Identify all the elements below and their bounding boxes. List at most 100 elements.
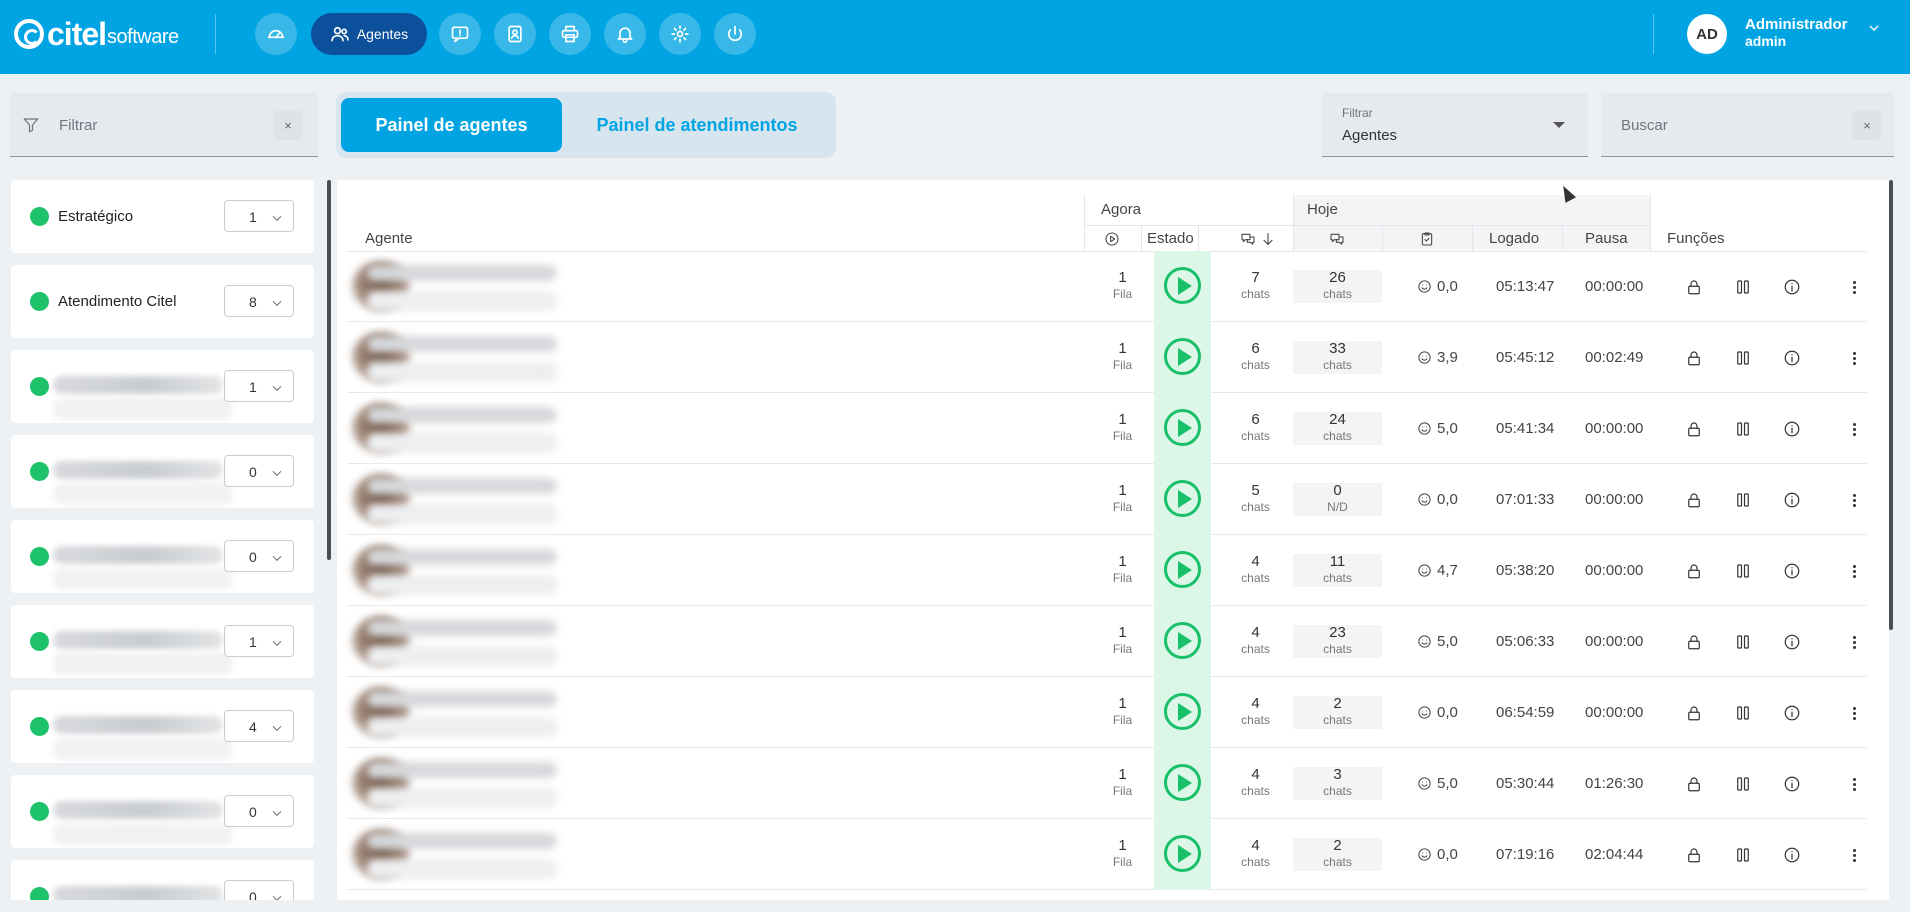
lock-agent-button[interactable] <box>1682 417 1706 441</box>
agent-info-button[interactable] <box>1780 772 1804 796</box>
lock-agent-button[interactable] <box>1682 275 1706 299</box>
citel-logo[interactable]: citel software <box>14 14 179 54</box>
group-count-select[interactable]: 0 <box>224 540 294 572</box>
group-count-select[interactable]: 0 <box>224 795 294 827</box>
lock-agent-button[interactable] <box>1682 701 1706 725</box>
agent-info-button[interactable] <box>1780 559 1804 583</box>
user-avatar[interactable]: AD <box>1687 14 1727 54</box>
group-count-select[interactable]: 1 <box>224 625 294 657</box>
table-row[interactable]: 1 Fila 5 chats 0 N/D 0,0 07:01:33 00:00:00 <box>347 464 1867 535</box>
group-filter-field[interactable]: Filtrar × <box>10 93 318 157</box>
nav-dashboard-button[interactable] <box>255 13 297 55</box>
play-status-icon[interactable] <box>1164 267 1201 304</box>
tab-painel-atendimentos[interactable]: Painel de atendimentos <box>562 98 832 152</box>
group-card[interactable]: 1 <box>11 350 314 423</box>
pause-agent-button[interactable] <box>1731 630 1755 654</box>
table-row[interactable]: 1 Fila 6 chats 33 chats 3,9 05:45:12 00:02:49 <box>347 322 1867 393</box>
nav-agentes-button[interactable]: Agentes <box>311 13 427 55</box>
table-row[interactable]: 1 Fila 7 chats 26 chats 0,0 05:13:47 00:00:00 <box>347 251 1867 322</box>
pause-agent-button[interactable] <box>1731 772 1755 796</box>
header-agente[interactable]: Agente <box>365 230 413 247</box>
play-status-icon[interactable] <box>1164 480 1201 517</box>
pause-agent-button[interactable] <box>1731 701 1755 725</box>
more-options-button[interactable] <box>1842 275 1866 299</box>
header-estado[interactable]: Estado <box>1147 230 1194 247</box>
group-card[interactable]: 1 <box>11 605 314 678</box>
more-options-button[interactable] <box>1842 701 1866 725</box>
group-card[interactable]: Atendimento Citel 8 <box>11 265 314 338</box>
group-count-select[interactable]: 1 <box>224 370 294 402</box>
more-options-button[interactable] <box>1842 346 1866 370</box>
pause-agent-button[interactable] <box>1731 843 1755 867</box>
table-row[interactable]: 1 Fila 6 chats 24 chats 5,0 05:41:34 00:00:00 <box>347 393 1867 464</box>
lock-agent-button[interactable] <box>1682 488 1706 512</box>
nav-notifications-button[interactable] <box>604 13 646 55</box>
group-list-scrollbar[interactable] <box>327 180 331 560</box>
lock-agent-button[interactable] <box>1682 843 1706 867</box>
header-pausa[interactable]: Pausa <box>1585 230 1628 247</box>
header-evaluation[interactable] <box>1419 231 1435 251</box>
type-filter-select[interactable]: Filtrar Agentes <box>1322 93 1588 157</box>
pause-agent-button[interactable] <box>1731 417 1755 441</box>
header-fila-col[interactable] <box>1104 231 1120 251</box>
header-chats-today[interactable] <box>1329 231 1345 251</box>
pause-agent-button[interactable] <box>1731 346 1755 370</box>
lock-agent-button[interactable] <box>1682 346 1706 370</box>
group-filter-clear-button[interactable]: × <box>273 110 303 140</box>
more-options-button[interactable] <box>1842 630 1866 654</box>
play-status-icon[interactable] <box>1164 338 1201 375</box>
play-status-icon[interactable] <box>1164 409 1201 446</box>
user-menu-toggle[interactable] <box>1866 20 1882 41</box>
user-info[interactable]: Administrador admin <box>1745 16 1848 50</box>
play-status-icon[interactable] <box>1164 693 1201 730</box>
search-clear-button[interactable]: × <box>1852 110 1882 140</box>
play-status-icon[interactable] <box>1164 551 1201 588</box>
pause-agent-button[interactable] <box>1731 275 1755 299</box>
group-card[interactable]: 0 <box>11 435 314 508</box>
group-list[interactable]: Estratégico 1 Atendimento Citel 8 1 0 0 1 4 0 0 <box>0 180 330 900</box>
group-count-select[interactable]: 1 <box>224 200 294 232</box>
group-card[interactable]: 0 <box>11 860 314 900</box>
nav-contacts-button[interactable] <box>494 13 536 55</box>
agents-table-scrollbar[interactable] <box>1889 180 1893 630</box>
more-options-button[interactable] <box>1842 559 1866 583</box>
table-row[interactable]: 1 Fila 4 chats 3 chats 5,0 05:30:44 01:26:30 <box>347 748 1867 819</box>
more-options-button[interactable] <box>1842 843 1866 867</box>
group-card[interactable]: Estratégico 1 <box>11 180 314 253</box>
group-card[interactable]: 0 <box>11 775 314 848</box>
agent-info-button[interactable] <box>1780 488 1804 512</box>
group-count-select[interactable]: 0 <box>224 455 294 487</box>
nav-settings-button[interactable] <box>659 13 701 55</box>
more-options-button[interactable] <box>1842 488 1866 512</box>
nav-chat-alert-button[interactable] <box>439 13 481 55</box>
agent-info-button[interactable] <box>1780 275 1804 299</box>
lock-agent-button[interactable] <box>1682 559 1706 583</box>
table-row[interactable]: 1 Fila 4 chats 2 chats 0,0 07:19:16 02:04:44 <box>347 819 1867 890</box>
tab-painel-agentes[interactable]: Painel de agentes <box>341 98 562 152</box>
nav-printer-button[interactable] <box>549 13 591 55</box>
table-row[interactable]: 1 Fila 4 chats 11 chats 4,7 05:38:20 00:00:00 <box>347 535 1867 606</box>
group-card[interactable]: 0 <box>11 520 314 593</box>
agent-info-button[interactable] <box>1780 346 1804 370</box>
agent-info-button[interactable] <box>1780 701 1804 725</box>
more-options-button[interactable] <box>1842 417 1866 441</box>
agent-info-button[interactable] <box>1780 630 1804 654</box>
agent-info-button[interactable] <box>1780 843 1804 867</box>
play-status-icon[interactable] <box>1164 622 1201 659</box>
table-row[interactable]: 1 Fila 4 chats 2 chats 0,0 06:54:59 00:00:00 <box>347 677 1867 748</box>
search-field[interactable]: Buscar × <box>1601 93 1894 157</box>
pause-agent-button[interactable] <box>1731 559 1755 583</box>
agent-info-button[interactable] <box>1780 417 1804 441</box>
group-count-select[interactable]: 4 <box>224 710 294 742</box>
table-row[interactable]: 1 Fila 4 chats 23 chats 5,0 05:06:33 00:00:00 <box>347 606 1867 677</box>
lock-agent-button[interactable] <box>1682 772 1706 796</box>
group-card[interactable]: 4 <box>11 690 314 763</box>
play-status-icon[interactable] <box>1164 835 1201 872</box>
play-status-icon[interactable] <box>1164 764 1201 801</box>
group-count-select[interactable]: 0 <box>224 880 294 900</box>
header-logado[interactable]: Logado <box>1489 230 1539 247</box>
lock-agent-button[interactable] <box>1682 630 1706 654</box>
nav-logout-button[interactable] <box>714 13 756 55</box>
more-options-button[interactable] <box>1842 772 1866 796</box>
pause-agent-button[interactable] <box>1731 488 1755 512</box>
